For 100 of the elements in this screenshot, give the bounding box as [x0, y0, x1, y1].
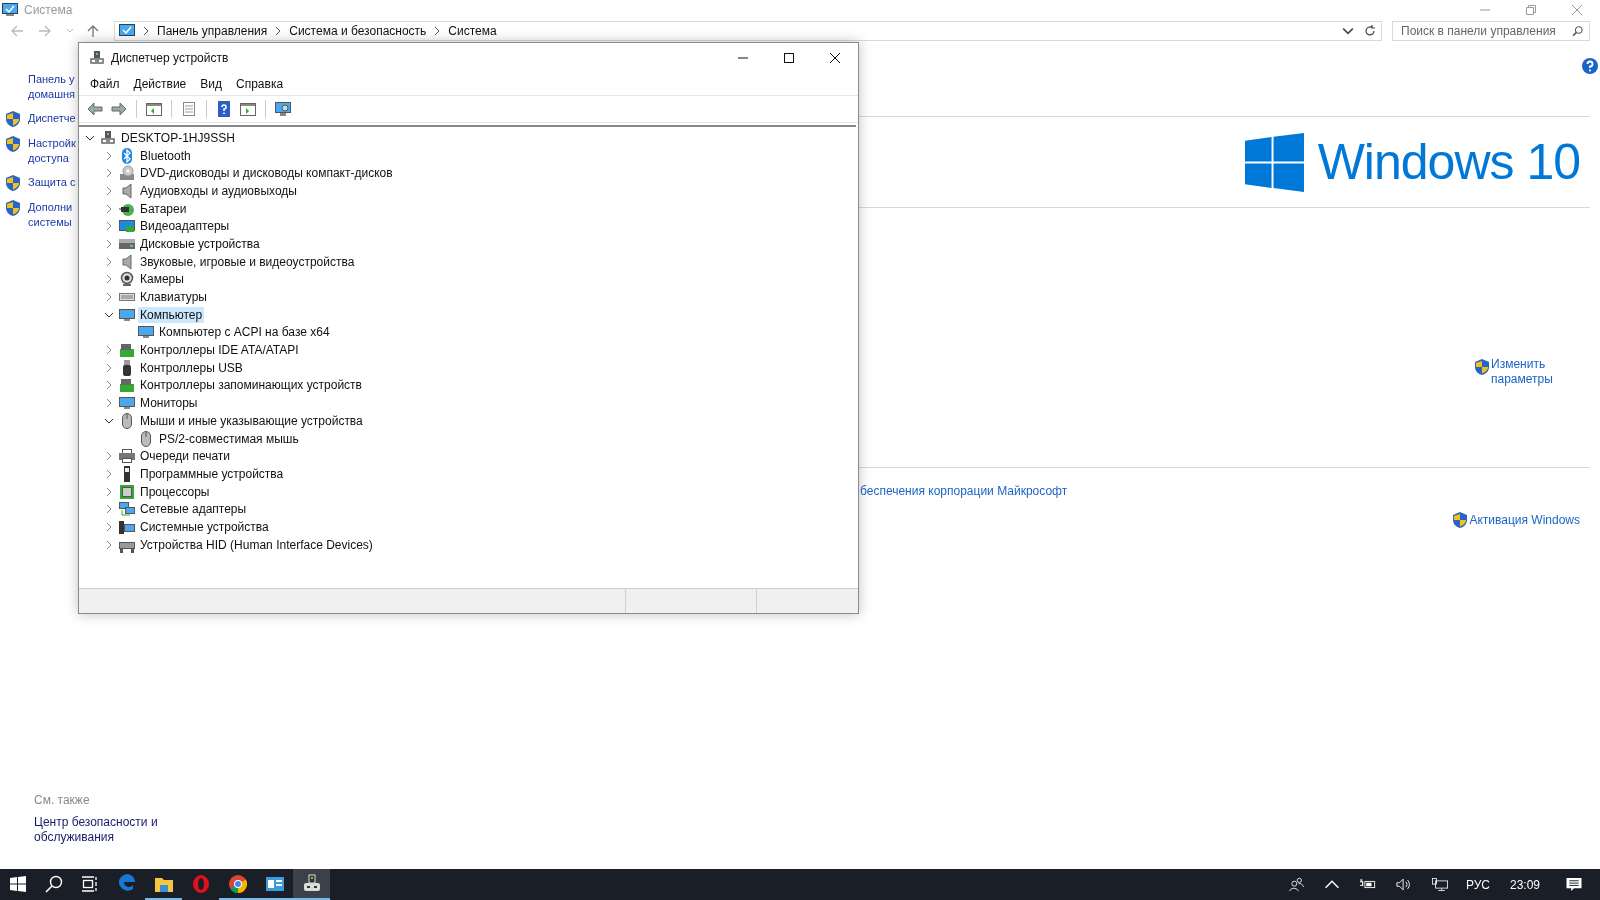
sidebar-link[interactable]: Дополни [28, 200, 73, 215]
tree-item[interactable]: Очереди печати [138, 448, 233, 465]
windows-logo-text: Windows 10 [1317, 133, 1580, 191]
tree-item[interactable]: Программные устройства [138, 465, 286, 482]
license-link[interactable]: беспечения корпорации Майкрософт [860, 484, 1590, 499]
search-icon[interactable] [1572, 25, 1584, 37]
mouse-icon [119, 412, 135, 429]
chip-icon [119, 483, 135, 500]
tree-item[interactable]: Клавиатуры [138, 289, 209, 306]
device-manager-icon [89, 50, 105, 66]
windows-start-icon[interactable] [10, 875, 26, 892]
tree-item[interactable]: Контроллеры запоминающих устройств [138, 377, 364, 394]
circuit-board-icon [119, 377, 135, 394]
activation-link[interactable]: Активация Windows [1469, 512, 1580, 528]
address-bar[interactable]: Панель управления Система и безопасность Система [114, 21, 1382, 41]
tree-item[interactable]: Дисковые устройства [138, 235, 262, 252]
window-title: Диспетчер устройств [111, 51, 229, 65]
search-field[interactable]: Поиск в панели управления [1392, 21, 1590, 41]
network-icon[interactable] [1431, 877, 1448, 892]
tree-item[interactable]: Bluetooth [138, 147, 193, 164]
device-manager-taskbar-button[interactable] [293, 869, 330, 900]
see-also-link[interactable]: Центр безопасности и обслуживания [34, 815, 166, 845]
search-icon[interactable] [45, 874, 63, 893]
menu-item[interactable]: Действие [126, 77, 194, 91]
sidebar-link[interactable]: Панель у [28, 72, 76, 87]
display-card-icon [119, 218, 135, 235]
sidebar-link[interactable]: Настройк [28, 136, 76, 151]
tree-item[interactable]: PS/2-совместимая мышь [157, 430, 301, 447]
monitor-icon [138, 324, 154, 341]
breadcrumb-item[interactable]: Система и безопасность [289, 24, 427, 38]
volume-icon[interactable] [1395, 877, 1412, 892]
webcam-icon [119, 271, 135, 288]
network-icon [119, 501, 135, 518]
sidebar-link[interactable]: доступа [28, 151, 76, 166]
window-title: Система [24, 3, 73, 17]
back-arrow-icon[interactable] [86, 100, 104, 118]
tree-item[interactable]: Камеры [138, 271, 186, 288]
console-tree-icon[interactable] [145, 100, 163, 118]
change-settings-link[interactable]: Изменить параметры [1491, 357, 1563, 387]
up-arrow-icon[interactable] [86, 24, 100, 38]
sidebar-link[interactable]: системы [28, 215, 73, 230]
shield-icon [1474, 359, 1490, 375]
menu-item[interactable]: Файл [83, 77, 127, 91]
computer-icon [100, 129, 116, 146]
section-heading: См. также [34, 793, 91, 807]
tree-item[interactable]: Процессоры [138, 483, 212, 500]
menu-item[interactable]: Справка [229, 77, 291, 91]
tree-item[interactable]: Видеоадаптеры [138, 218, 232, 235]
speaker-icon [119, 182, 135, 199]
chevron-icon [143, 27, 149, 35]
shield-icon [1452, 512, 1469, 528]
tree-item[interactable]: DESKTOP-1HJ9SSH [119, 129, 237, 146]
action-pane-icon[interactable] [239, 100, 257, 118]
chevron-icon [434, 27, 441, 35]
tree-item[interactable]: Мониторы [138, 395, 200, 412]
monitor-icon [119, 306, 135, 323]
tree-item[interactable]: Устройства HID (Human Interface Devices) [138, 536, 375, 553]
refresh-icon[interactable] [1364, 25, 1376, 37]
people-icon[interactable] [1287, 877, 1304, 892]
tree-item[interactable]: Аудиовходы и аудиовыходы [138, 182, 299, 199]
sidebar-link[interactable]: Диспетче [28, 111, 76, 126]
chevron-icon [275, 27, 282, 35]
language-indicator[interactable]: РУС [1465, 877, 1490, 892]
tree-item[interactable]: DVD-дисководы и дисководы компакт-дисков [138, 165, 395, 182]
notifications-icon[interactable] [1566, 877, 1582, 892]
chrome-icon [226, 872, 249, 895]
tree-item[interactable]: Батареи [138, 200, 189, 217]
tree-item[interactable]: Компьютер с ACPI на базе x64 [157, 324, 332, 341]
tree-item[interactable]: Сетевые адаптеры [138, 501, 249, 518]
help-icon[interactable] [1582, 58, 1598, 74]
close-icon[interactable] [830, 53, 840, 63]
tree-item[interactable]: Мыши и иные указывающие устройства [138, 412, 365, 429]
properties-icon[interactable] [180, 100, 198, 118]
control-panel-icon [119, 23, 135, 39]
sidebar-link[interactable]: Защита с [28, 175, 76, 190]
help-icon[interactable] [215, 100, 233, 118]
restore-icon[interactable] [1526, 5, 1536, 15]
disc-drive-icon [119, 165, 135, 182]
breadcrumb-item[interactable]: Панель управления [157, 24, 268, 38]
bluetooth-icon [119, 147, 135, 164]
tree-item[interactable]: Компьютер [138, 306, 205, 323]
windows-logo-icon [1244, 132, 1304, 192]
mouse-icon [138, 430, 154, 447]
system-icon [119, 518, 135, 535]
tree-item[interactable]: Контроллеры IDE ATA/ATAPI [138, 342, 301, 359]
speaker-icon [119, 253, 135, 270]
dropdown-icon[interactable] [1342, 25, 1354, 37]
tree-item[interactable]: Системные устройства [138, 518, 271, 535]
task-view-icon[interactable] [81, 874, 99, 893]
menu-item[interactable]: Вид [193, 77, 229, 91]
clock[interactable]: 23:09 [1509, 877, 1540, 892]
maximize-icon[interactable] [784, 53, 794, 63]
breadcrumb-item[interactable]: Система [448, 24, 497, 38]
forward-arrow-icon[interactable] [110, 100, 128, 118]
tree-item[interactable]: Контроллеры USB [138, 359, 245, 376]
sidebar-link[interactable]: домашня [28, 87, 76, 102]
circuit-board-icon [119, 342, 135, 359]
scan-monitor-icon[interactable] [274, 100, 292, 118]
tree-item[interactable]: Звуковые, игровые и видеоустройства [138, 253, 357, 270]
printer-icon [119, 448, 135, 465]
